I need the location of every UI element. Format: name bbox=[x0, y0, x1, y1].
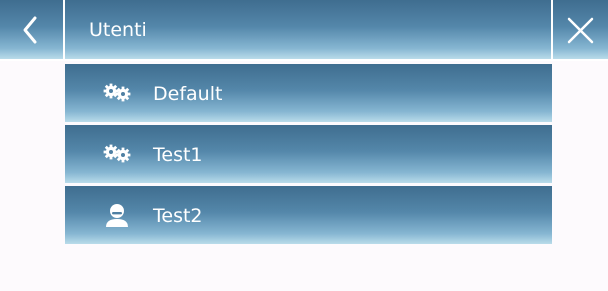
gears-icon bbox=[103, 83, 131, 102]
back-button[interactable] bbox=[0, 0, 63, 59]
gears-icon bbox=[103, 144, 131, 163]
list-item-test2[interactable]: Test2 bbox=[65, 186, 552, 244]
title-bar: Utenti bbox=[65, 0, 551, 59]
divider bbox=[0, 59, 608, 61]
page-title: Utenti bbox=[89, 19, 147, 41]
top-bar: Utenti bbox=[0, 0, 608, 61]
list-item-label: Test1 bbox=[153, 144, 203, 166]
list-item-test1[interactable]: Test1 bbox=[65, 125, 552, 183]
list-item-label: Default bbox=[153, 83, 223, 105]
list-item-label: Test2 bbox=[153, 205, 203, 227]
list-item-default[interactable]: Default bbox=[65, 64, 552, 122]
chevron-left-icon bbox=[23, 16, 37, 44]
close-button[interactable] bbox=[553, 0, 608, 59]
user-icon bbox=[106, 204, 128, 227]
close-icon bbox=[567, 17, 594, 44]
